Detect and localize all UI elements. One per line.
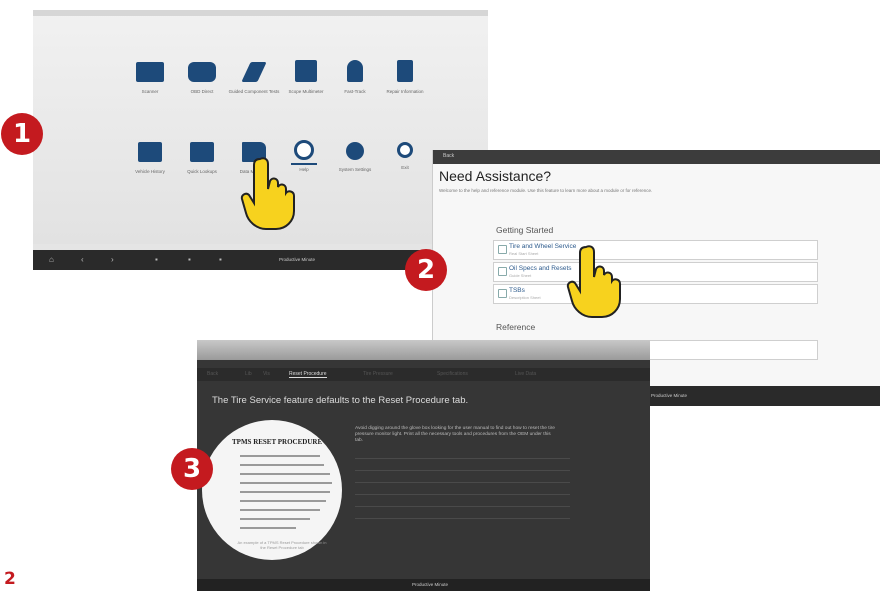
tile-label: Guided Component Tests xyxy=(228,89,280,94)
back-icon[interactable]: ‹ xyxy=(81,255,84,264)
tile-label: System Settings xyxy=(338,167,372,172)
divider xyxy=(355,518,570,519)
tile-scope-multimeter[interactable]: Scope Multimeter xyxy=(278,60,334,95)
tab-specifications[interactable]: Specifications xyxy=(437,371,468,377)
divider xyxy=(355,470,570,471)
pointing-hand-icon xyxy=(566,245,621,318)
list-item-title: Oil Specs and Resets xyxy=(509,265,572,272)
document-icon xyxy=(498,289,507,298)
tile-exit[interactable]: Exit xyxy=(377,142,433,171)
tab-lib[interactable]: Lib xyxy=(245,371,252,377)
divider xyxy=(355,482,570,483)
book-icon xyxy=(190,142,214,162)
engine-icon xyxy=(136,62,164,82)
camera-icon[interactable]: ▪ xyxy=(155,255,158,264)
divider xyxy=(355,458,570,459)
tile-repair-information[interactable]: Repair Information xyxy=(377,60,433,95)
obd-icon xyxy=(188,62,216,82)
tile-system-settings[interactable]: System Settings xyxy=(327,142,383,173)
tile-fast-track[interactable]: Fast-Track xyxy=(327,60,383,95)
document-title: TPMS RESET PROCEDURE xyxy=(232,438,323,446)
tile-label: OBD Direct xyxy=(190,89,214,94)
doc-line xyxy=(240,464,324,466)
divider xyxy=(355,494,570,495)
tile-label: Scanner xyxy=(141,89,159,94)
list-item[interactable]: Tire and Wheel Service Real Start Sheet xyxy=(493,240,818,260)
doc-line xyxy=(240,518,310,520)
step-badge-3: 3 xyxy=(171,448,213,490)
tile-label: Repair Information xyxy=(386,89,424,94)
tile-obd-direct[interactable]: OBD Direct xyxy=(174,62,230,95)
list-item-sub: Guide Sheet xyxy=(509,273,532,278)
doc-line xyxy=(240,500,326,502)
vehicle-history-icon xyxy=(138,142,162,162)
tools-bar-icon[interactable]: ▪ xyxy=(219,255,222,264)
divider xyxy=(355,506,570,507)
page-subtitle: Welcome to the help and reference module… xyxy=(439,188,653,193)
tab-bar: Back Lib Vis Reset Procedure Tire Pressu… xyxy=(197,368,650,381)
screen-3-tire-service: Back Lib Vis Reset Procedure Tire Pressu… xyxy=(197,340,650,591)
taskbar-text: Productive Minute xyxy=(412,582,449,587)
taskbar-text: Productive Minute xyxy=(279,257,316,262)
tools-icon xyxy=(241,62,267,82)
home-icon[interactable]: ⌂ xyxy=(49,255,54,264)
tile-label: Vehicle History xyxy=(135,169,165,174)
screen-heading: The Tire Service feature defaults to the… xyxy=(212,395,469,406)
help-icon xyxy=(294,140,314,160)
tab-live-data[interactable]: Live Data xyxy=(515,371,536,377)
tab-tire-pressure[interactable]: Tire Pressure xyxy=(363,371,393,377)
list-item-sub: Real Start Sheet xyxy=(509,251,539,256)
tile-label: Quick Lookups xyxy=(187,169,217,174)
doc-line xyxy=(240,482,332,484)
doc-line xyxy=(240,509,320,511)
tile-scanner[interactable]: Scanner xyxy=(122,62,178,95)
doc-line xyxy=(240,455,320,457)
scope-icon xyxy=(295,60,317,82)
page-title: Need Assistance? xyxy=(439,168,552,184)
doc-line xyxy=(240,491,330,493)
document-icon xyxy=(498,267,507,276)
doc-line xyxy=(240,473,330,475)
tile-label: Scope Multimeter xyxy=(288,89,324,94)
tile-label: Exit xyxy=(401,165,409,170)
document-icon xyxy=(498,245,507,254)
power-icon xyxy=(397,142,413,158)
fixes-icon xyxy=(347,60,363,82)
list-item[interactable]: TSBs Description Sheet xyxy=(493,284,818,304)
forward-icon[interactable]: › xyxy=(111,255,114,264)
section-getting-started: Getting Started xyxy=(496,225,554,235)
tile-guided-component-tests[interactable]: Guided Component Tests xyxy=(226,62,282,95)
doc-line xyxy=(240,527,296,529)
top-bar xyxy=(197,340,650,360)
document-magnifier: TPMS RESET PROCEDURE xyxy=(202,420,342,560)
list-item-title: TSBs xyxy=(509,287,525,294)
step-badge-1: 1 xyxy=(1,113,43,155)
tile-quick-lookups[interactable]: Quick Lookups xyxy=(174,142,230,175)
list-item-sub: Description Sheet xyxy=(509,295,541,300)
tab-vis[interactable]: Vis xyxy=(263,371,270,377)
step-badge-2: 2 xyxy=(405,249,447,291)
header-bar: Back xyxy=(433,150,880,164)
print-icon[interactable]: ▪ xyxy=(188,255,191,264)
top-strip xyxy=(33,10,488,16)
tile-vehicle-history[interactable]: Vehicle History xyxy=(122,142,178,175)
document-caption: An example of a TPMS Reset Procedure sho… xyxy=(237,540,327,550)
list-item[interactable]: Oil Specs and Resets Guide Sheet xyxy=(493,262,818,282)
gears-icon xyxy=(346,142,364,160)
back-link[interactable]: Back xyxy=(443,153,454,159)
feature-description: Avoid digging around the glove box looki… xyxy=(355,426,555,443)
section-reference: Reference xyxy=(496,322,536,332)
repair-icon xyxy=(397,60,413,82)
taskbar-text: Productive Minute xyxy=(651,393,688,398)
taskbar: Productive Minute xyxy=(197,579,650,591)
tab-reset-procedure[interactable]: Reset Procedure xyxy=(289,371,327,378)
tab-back[interactable]: Back xyxy=(207,371,218,377)
tile-label: Fast-Track xyxy=(344,89,366,94)
pointing-hand-icon xyxy=(240,157,295,230)
page-number: 2 xyxy=(4,569,16,589)
